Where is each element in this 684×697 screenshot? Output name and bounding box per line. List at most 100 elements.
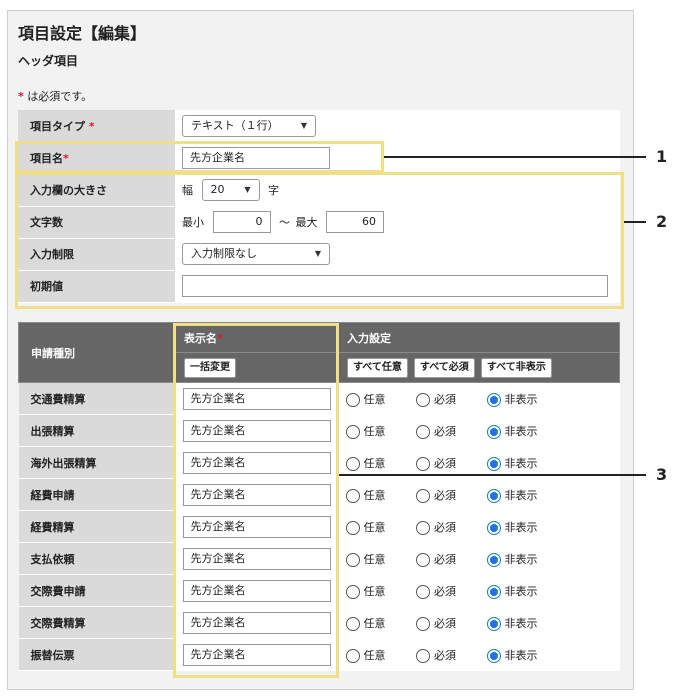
char-count-label: 文字数 (18, 206, 175, 239)
all-optional-button[interactable]: すべて任意 (347, 357, 408, 378)
display-name-input[interactable]: 先方企業名 (182, 483, 331, 506)
item-name-input[interactable]: 先方企業名 (182, 147, 330, 169)
display-name-input[interactable]: 先方企業名 (182, 419, 331, 442)
option-hidden[interactable]: 非表示 (486, 423, 538, 439)
radio-optional[interactable] (345, 552, 360, 567)
max-length-input[interactable]: 60 (326, 211, 384, 233)
option-optional[interactable]: 任意 (345, 423, 413, 439)
radio-optional[interactable] (345, 424, 360, 439)
input-restriction-label: 入力制限 (18, 238, 175, 271)
radio-hidden[interactable] (486, 616, 501, 631)
initial-value-input[interactable] (182, 275, 608, 297)
callout-number-1: 1 (656, 147, 668, 166)
option-hidden[interactable]: 非表示 (486, 583, 538, 599)
callout-leader-2 (624, 221, 646, 223)
option-hidden[interactable]: 非表示 (486, 519, 538, 535)
radio-optional[interactable] (345, 616, 360, 631)
option-hidden[interactable]: 非表示 (486, 391, 538, 407)
display-name-input[interactable]: 先方企業名 (182, 515, 331, 538)
radio-optional[interactable] (345, 392, 360, 407)
option-hidden[interactable]: 非表示 (486, 487, 538, 503)
option-optional[interactable]: 任意 (345, 519, 413, 535)
display-name-input[interactable]: 先方企業名 (182, 451, 331, 474)
table-row: 交通費精算 先方企業名 任意 必須 非表示 (18, 382, 620, 415)
table-row: 経費精算 先方企業名 任意 必須 非表示 (18, 510, 620, 543)
option-required[interactable]: 必須 (416, 583, 483, 599)
radio-hidden[interactable] (486, 392, 501, 407)
radio-required[interactable] (416, 520, 430, 535)
input-setting-cell: 任意 必須 非表示 (338, 606, 620, 639)
input-setting-cell: 任意 必須 非表示 (338, 510, 620, 543)
radio-hidden[interactable] (486, 424, 501, 439)
radio-required[interactable] (416, 616, 430, 631)
char-count-cell: 最小 0 〜 最大 60 (175, 206, 620, 239)
option-required[interactable]: 必須 (416, 455, 483, 471)
application-type-label: 振替伝票 (18, 638, 176, 671)
radio-required[interactable] (416, 424, 430, 439)
option-required[interactable]: 必須 (416, 647, 483, 663)
display-name-cell: 先方企業名 (175, 542, 339, 575)
option-optional[interactable]: 任意 (345, 391, 413, 407)
option-required[interactable]: 必須 (416, 487, 483, 503)
application-type-table: 申請種別 表示名* 入力設定 一括変更 すべて任意 すべて必須 すべて非表示 交通費… (18, 322, 620, 671)
radio-optional[interactable] (345, 648, 360, 663)
radio-optional[interactable] (345, 584, 360, 599)
radio-optional[interactable] (345, 520, 360, 535)
radio-required[interactable] (416, 648, 430, 663)
option-required[interactable]: 必須 (416, 519, 483, 535)
input-restriction-value: 入力制限なし (191, 247, 257, 260)
display-name-input[interactable]: 先方企業名 (182, 643, 331, 666)
option-required[interactable]: 必須 (416, 391, 483, 407)
display-name-input[interactable]: 先方企業名 (182, 547, 331, 570)
option-optional[interactable]: 任意 (345, 487, 413, 503)
option-hidden[interactable]: 非表示 (486, 455, 538, 471)
all-hidden-button[interactable]: すべて非表示 (480, 357, 552, 378)
radio-optional[interactable] (345, 456, 360, 471)
display-name-cell: 先方企業名 (175, 478, 339, 511)
option-optional[interactable]: 任意 (345, 551, 413, 567)
application-type-label: 経費精算 (18, 510, 176, 543)
option-optional-label: 任意 (363, 616, 386, 630)
option-optional-label: 任意 (363, 488, 386, 502)
radio-required[interactable] (416, 456, 430, 471)
option-optional-label: 任意 (363, 584, 386, 598)
option-optional[interactable]: 任意 (345, 615, 413, 631)
radio-hidden[interactable] (486, 648, 501, 663)
table-row: 経費申請 先方企業名 任意 必須 非表示 (18, 478, 620, 511)
input-restriction-select[interactable]: 入力制限なし ▼ (182, 243, 330, 265)
option-required[interactable]: 必須 (416, 615, 483, 631)
display-name-input[interactable]: 先方企業名 (182, 387, 331, 410)
all-required-button[interactable]: すべて必須 (413, 357, 475, 378)
required-mark: * (88, 119, 95, 133)
display-name-input[interactable]: 先方企業名 (182, 579, 331, 602)
option-required[interactable]: 必須 (416, 423, 483, 439)
radio-required[interactable] (416, 584, 430, 599)
option-required-label: 必須 (434, 584, 456, 598)
bulk-change-button[interactable]: 一括変更 (184, 357, 236, 378)
option-hidden[interactable]: 非表示 (486, 615, 538, 631)
radio-optional[interactable] (345, 488, 360, 503)
radio-hidden[interactable] (486, 488, 501, 503)
col-display-name-text: 表示名 (184, 331, 217, 345)
option-optional[interactable]: 任意 (345, 455, 413, 471)
option-hidden[interactable]: 非表示 (486, 647, 538, 663)
min-length-input[interactable]: 0 (212, 211, 271, 233)
radio-required[interactable] (416, 552, 430, 567)
option-optional[interactable]: 任意 (345, 647, 413, 663)
display-name-input[interactable]: 先方企業名 (182, 611, 331, 634)
option-hidden[interactable]: 非表示 (486, 551, 538, 567)
radio-required[interactable] (416, 392, 430, 407)
item-type-cell: テキスト（１行） ▼ (175, 110, 620, 143)
page-title: 項目設定【編集】 (18, 24, 147, 43)
option-required[interactable]: 必須 (416, 551, 483, 567)
radio-hidden[interactable] (486, 552, 501, 567)
option-optional[interactable]: 任意 (345, 583, 413, 599)
radio-required[interactable] (416, 488, 430, 503)
radio-hidden[interactable] (486, 584, 501, 599)
application-type-label: 海外出張精算 (18, 446, 176, 479)
field-size-select[interactable]: 20 ▼ (201, 179, 260, 201)
item-type-select[interactable]: テキスト（１行） ▼ (182, 114, 316, 137)
radio-hidden[interactable] (486, 456, 501, 471)
item-name-label: 項目名* (18, 142, 175, 175)
radio-hidden[interactable] (486, 520, 501, 535)
